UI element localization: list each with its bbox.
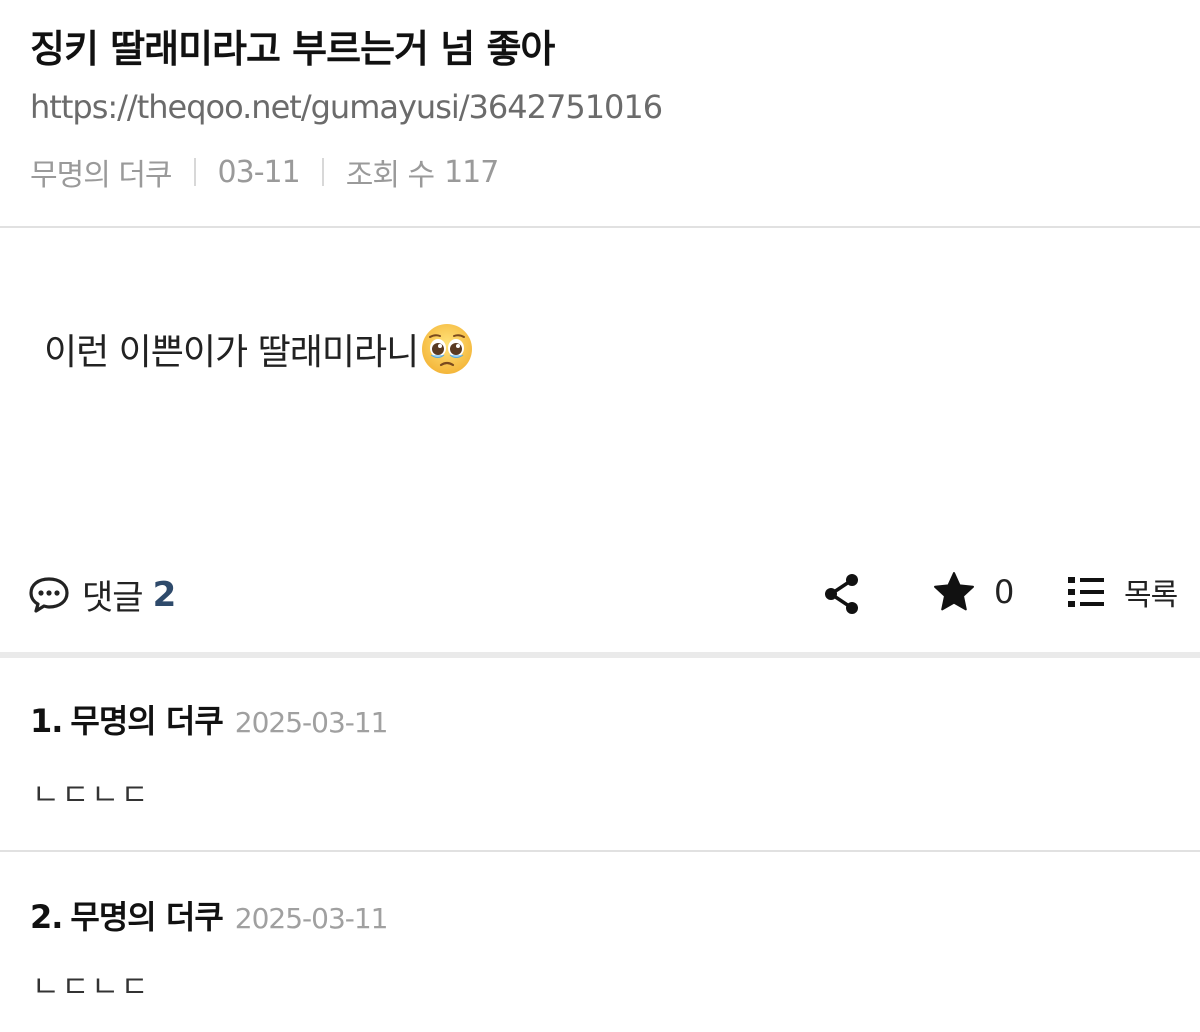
post-body: 이런 이쁜이가 딸래미라니 (44, 322, 474, 376)
meta-divider (321, 158, 324, 186)
comment-count-button[interactable]: 댓글 2 (28, 570, 176, 619)
post-title: 징키 딸래미라고 부르는거 넘 좋아 (30, 27, 555, 71)
share-icon[interactable] (822, 572, 862, 616)
comment-header: 1. 무명의 더쿠 2025-03-11 (30, 696, 388, 742)
views-label: 조회 수 (345, 158, 435, 193)
comment-label: 댓글 (82, 578, 144, 618)
meta-divider (193, 158, 196, 186)
comment-text: ㄴㄷㄴㄷ (32, 970, 151, 1005)
post-header: 징키 딸래미라고 부르는거 넘 좋아 https://theqoo.net/gu… (0, 0, 1200, 228)
comment-date: 2025-03-11 (234, 902, 389, 935)
comment-text: ㄴㄷㄴㄷ (32, 778, 151, 813)
comment-count: 2 (152, 574, 177, 615)
list-button[interactable]: 목록 (1066, 570, 1178, 614)
action-bar: 댓글 2 0 목록 (0, 560, 1200, 628)
post-meta: 무명의 더쿠 03-11 조회 수 117 (30, 150, 499, 194)
speech-bubble-icon (29, 576, 69, 613)
comment-date: 2025-03-11 (234, 706, 389, 739)
comment-item: 2. 무명의 더쿠 2025-03-11 ㄴㄷㄴㄷ (0, 852, 1200, 1032)
post-url[interactable]: https://theqoo.net/gumayusi/3642751016 (30, 88, 663, 126)
star-icon (934, 572, 974, 611)
comment-author: 무명의 더쿠 (70, 898, 223, 936)
comment-number: 2. (30, 898, 63, 936)
list-label: 목록 (1124, 578, 1178, 613)
views-count: 117 (444, 154, 499, 190)
comment-item: 1. 무명의 더쿠 2025-03-11 ㄴㄷㄴㄷ (0, 658, 1200, 852)
list-icon (1068, 577, 1104, 607)
comment-number: 1. (30, 702, 63, 740)
post-body-text: 이런 이쁜이가 딸래미라니 (44, 332, 419, 373)
post-date: 03-11 (217, 154, 301, 190)
favorite-count: 0 (994, 573, 1015, 611)
post-author: 무명의 더쿠 (30, 158, 173, 193)
post-page: 징키 딸래미라고 부르는거 넘 좋아 https://theqoo.net/gu… (0, 0, 1200, 1032)
pleading-face-emoji (422, 324, 473, 374)
favorite-button[interactable]: 0 (932, 570, 1014, 614)
comment-header: 2. 무명의 더쿠 2025-03-11 (30, 892, 388, 938)
comment-author: 무명의 더쿠 (70, 702, 223, 740)
